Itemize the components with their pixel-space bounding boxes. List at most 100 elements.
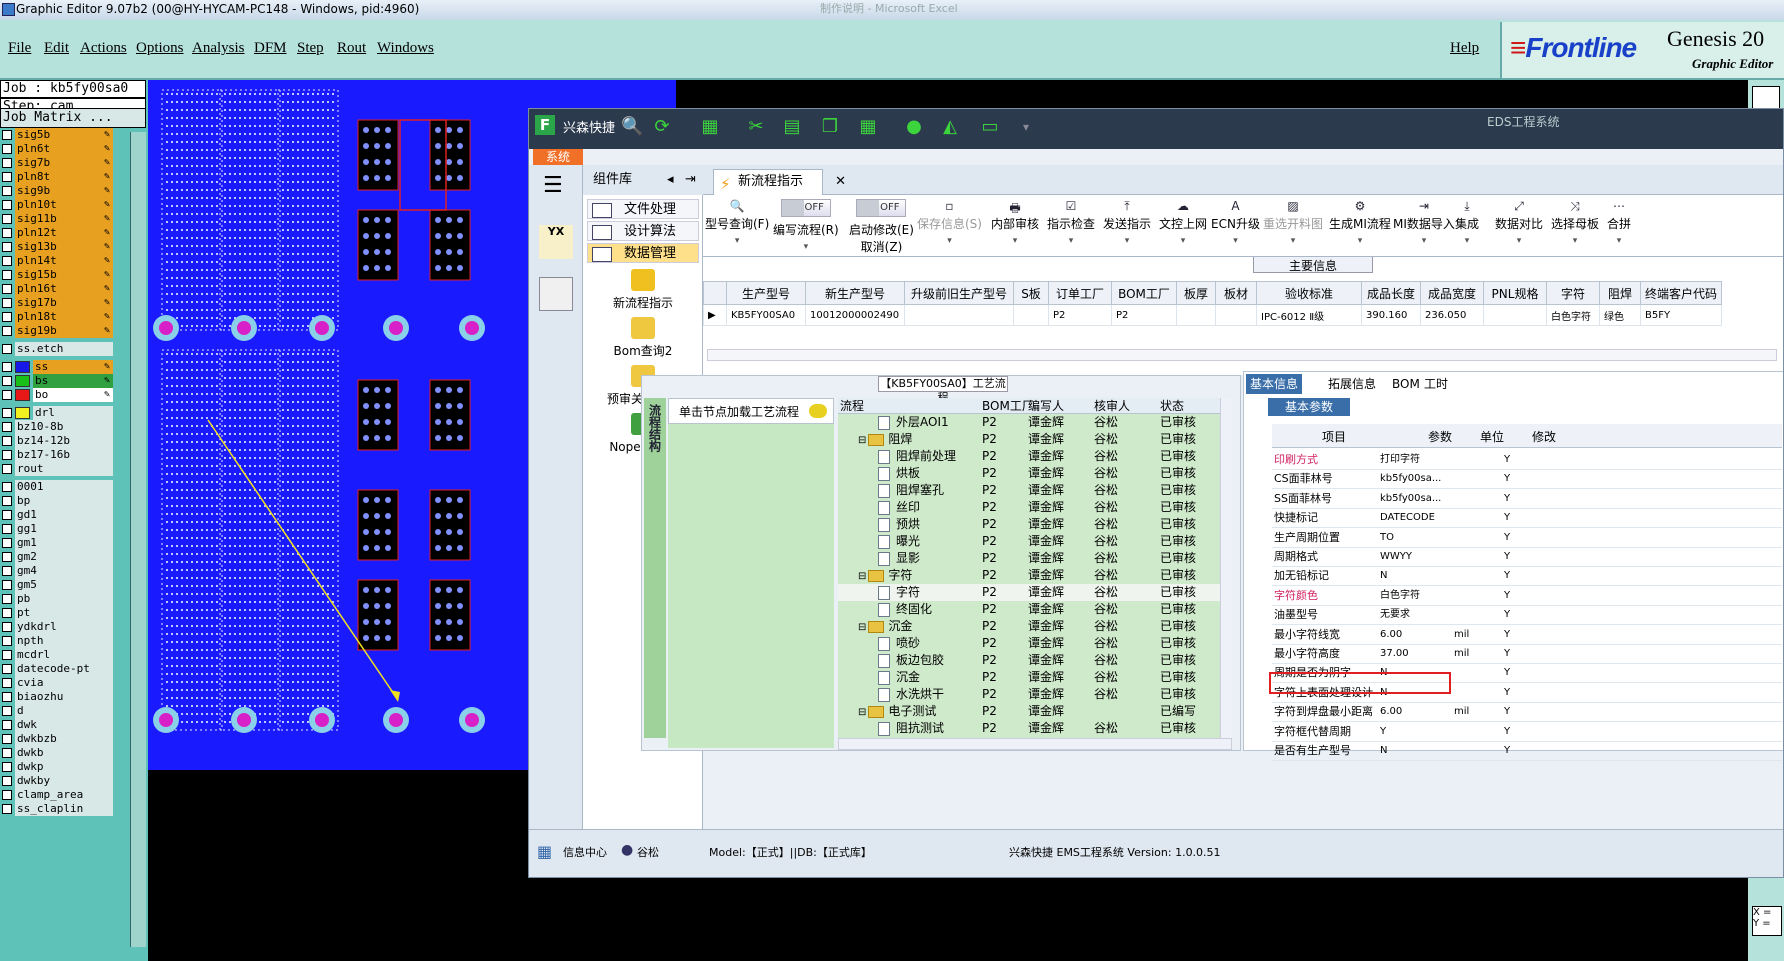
job-matrix-button[interactable]: Job Matrix ... (0, 108, 146, 128)
close-tab-icon[interactable]: ✕ (835, 170, 846, 194)
grid-header[interactable]: 验收标准 (1256, 281, 1362, 305)
component-2[interactable]: 数据管理 (587, 243, 699, 263)
tree-hscroll[interactable] (838, 738, 1232, 750)
chart-icon[interactable]: ◭ (939, 117, 961, 137)
grid-header[interactable]: 终端客户代码 (1639, 281, 1723, 305)
attr-row[interactable]: 油墨型号 无要求 Y (1272, 605, 1782, 626)
layer-row[interactable]: dwk (0, 718, 116, 732)
layer-row[interactable]: dwkp (0, 760, 116, 774)
attr-col-header[interactable]: 参数 (1428, 428, 1452, 445)
attr-row[interactable]: 是否有生产型号 N Y (1272, 741, 1782, 761)
tree-col-header[interactable]: 核审人 (1094, 398, 1130, 414)
ribbon-button-10[interactable]: ⚙ 生成MI流程 ▾ (1329, 199, 1391, 246)
layer-checkbox[interactable] (2, 436, 12, 446)
tree-row[interactable]: 烘板 P2 谭金辉 谷松 已审核 (838, 465, 1220, 482)
layer-checkbox[interactable] (2, 776, 12, 786)
layer-row[interactable]: d (0, 704, 116, 718)
layer-checkbox[interactable] (2, 594, 12, 604)
grid-cell[interactable]: ▶ (703, 304, 727, 326)
layer-row[interactable]: drl (0, 406, 116, 420)
layer-checkbox[interactable] (2, 422, 12, 432)
attr-value[interactable]: TO (1380, 528, 1450, 547)
ribbon-button-2[interactable]: OFF 启动修改(E) 取消(Z) (849, 199, 914, 255)
grid-cell[interactable]: 390.160 (1361, 304, 1421, 326)
tree-vscroll[interactable] (1220, 398, 1232, 738)
layer-checkbox[interactable] (2, 510, 12, 520)
ribbon-button-9[interactable]: ▨ 重选开料图 ▾ (1263, 199, 1323, 246)
yx-icon[interactable]: YX (539, 225, 573, 259)
attr-value[interactable]: Y (1380, 722, 1450, 741)
layer-checkbox[interactable] (2, 692, 12, 702)
tree-col-header[interactable]: 状态 (1160, 398, 1184, 414)
grid-header[interactable]: 板材 (1215, 281, 1257, 305)
grid-cell[interactable]: B5FY (1639, 304, 1723, 326)
grid-header[interactable] (703, 281, 727, 305)
layer-checkbox[interactable] (2, 362, 12, 372)
layer-checkbox[interactable] (2, 326, 12, 336)
layer-row[interactable]: gm5 (0, 578, 116, 592)
layer-checkbox[interactable] (2, 804, 12, 814)
attr-value[interactable]: 6.00 (1380, 702, 1450, 721)
layer-checkbox[interactable] (2, 312, 12, 322)
layer-checkbox[interactable] (2, 228, 12, 238)
layer-row[interactable]: sig5b ✎ (0, 128, 116, 142)
attr-col-header[interactable]: 修改 (1532, 428, 1556, 445)
grid-header[interactable]: BOM工厂 (1111, 281, 1177, 305)
layer-row[interactable]: sig17b ✎ (0, 296, 116, 310)
attr-tab-2[interactable]: BOM (1388, 374, 1424, 394)
grid-cell[interactable]: P2 (1048, 304, 1112, 326)
menu-file[interactable]: File (8, 40, 31, 57)
layer-row[interactable]: ss_claplin (0, 802, 116, 816)
tree-row[interactable]: ⊟ 字符 P2 谭金辉 谷松 已审核 (838, 567, 1220, 584)
ribbon-button-13[interactable]: ⤢ 数据对比 ▾ (1495, 199, 1543, 246)
layer-row[interactable]: pln6t ✎ (0, 142, 116, 156)
user-icon[interactable]: ● (903, 117, 925, 137)
layer-row[interactable]: sig19b ✎ (0, 324, 116, 338)
attr-value[interactable]: kb5fy00sa... (1380, 469, 1450, 488)
grid-cell[interactable] (904, 304, 1014, 326)
layer-checkbox[interactable] (2, 580, 12, 590)
menu-options[interactable]: Options (136, 40, 184, 57)
menu-help[interactable]: Help (1450, 40, 1479, 57)
attr-value[interactable]: N (1380, 741, 1450, 760)
layer-checkbox[interactable] (2, 790, 12, 800)
layer-row[interactable]: ydkdrl (0, 620, 116, 634)
layer-checkbox[interactable] (2, 552, 12, 562)
attr-row[interactable]: 最小字符线宽 6.00 mil Y (1272, 625, 1782, 645)
grid-header[interactable]: S板 (1013, 281, 1049, 305)
layer-checkbox[interactable] (2, 482, 12, 492)
layer-row[interactable]: pln8t ✎ (0, 170, 116, 184)
attr-value[interactable]: 打印字符 (1380, 450, 1450, 469)
tree-col-header[interactable]: BOM工厂 (982, 398, 1034, 414)
attr-row[interactable]: 印刷方式 打印字符 Y (1272, 450, 1782, 470)
main-grid-hscroll[interactable] (707, 349, 1777, 361)
layer-scrollbar[interactable] (130, 132, 146, 947)
attr-value[interactable]: 6.00 (1380, 625, 1450, 644)
layer-checkbox[interactable] (2, 200, 12, 210)
layer-checkbox[interactable] (2, 390, 12, 400)
layer-row[interactable]: pb (0, 592, 116, 606)
layer-row[interactable]: rout (0, 462, 116, 476)
layer-row[interactable]: biaozhu (0, 690, 116, 704)
collapse-icon[interactable]: ⊟ (858, 571, 866, 582)
attr-row[interactable]: 字符框代替周期 Y Y (1272, 722, 1782, 742)
menu-edit[interactable]: Edit (44, 40, 69, 57)
layer-checkbox[interactable] (2, 706, 12, 716)
layer-checkbox[interactable] (2, 678, 12, 688)
layer-checkbox[interactable] (2, 158, 12, 168)
grid-cell[interactable] (1215, 304, 1257, 326)
tree-row[interactable]: 外层AOI1 P2 谭金辉 谷松 已审核 (838, 414, 1220, 431)
menu-step[interactable]: Step (297, 40, 324, 57)
ribbon-button-12[interactable]: ⤓ 集成 ▾ (1455, 199, 1479, 246)
apps-icon[interactable]: ▦ (857, 117, 879, 137)
attr-value[interactable]: DATECODE (1380, 508, 1450, 527)
layer-checkbox[interactable] (2, 242, 12, 252)
collapse-icon[interactable]: ⊟ (858, 435, 866, 446)
attr-value[interactable]: 白色字符 (1380, 586, 1450, 605)
basic-params-header[interactable]: 基本参数 (1268, 398, 1350, 416)
component-0[interactable]: 文件处理 (587, 199, 699, 219)
tree-row[interactable]: 丝印 P2 谭金辉 谷松 已审核 (838, 499, 1220, 516)
grid-cell[interactable]: 白色字符 (1546, 304, 1600, 326)
grid-icon[interactable]: ▤ (781, 117, 803, 137)
layer-checkbox[interactable] (2, 664, 12, 674)
